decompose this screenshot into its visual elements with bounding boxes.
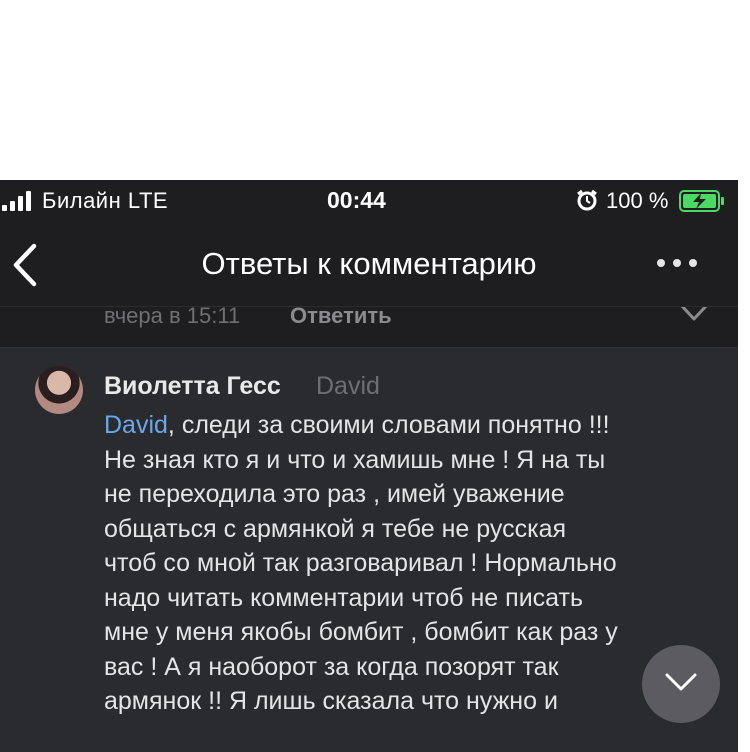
more-options-icon[interactable] (655, 246, 699, 278)
carrier-label: Билайн LTE (42, 188, 169, 213)
navigation-bar: Ответы к комментарию (0, 222, 738, 307)
chevron-down-icon (665, 673, 697, 691)
page-title: Ответы к комментарию (201, 246, 537, 281)
reply-to-name[interactable]: David (316, 372, 380, 401)
comment-line: общаться с армянкой я тебе не русская (104, 514, 567, 543)
battery-percent: 100 % (606, 188, 669, 213)
like-heart-icon[interactable] (678, 307, 710, 325)
signal-icon (2, 191, 36, 211)
scroll-down-button[interactable] (642, 645, 720, 723)
phone-screen: Билайн LTE 00:44 100 % Ответы к коммента… (0, 180, 738, 752)
comment-line: не переходила это раз , имей уважение (104, 480, 565, 508)
comment-author[interactable]: Виолетта Гесс (104, 372, 281, 401)
status-bar: Билайн LTE 00:44 100 % (0, 180, 738, 222)
comment-line: вас ! А я наоборот за когда позорят так (104, 652, 559, 681)
previous-comment-footer: вчера в 15:11 Ответить (0, 307, 738, 347)
avatar[interactable] (35, 366, 83, 414)
comment-text: David, следи за своими словами понятно !… (104, 408, 714, 719)
reply-button[interactable]: Ответить (290, 307, 392, 329)
battery-charging-icon (679, 190, 724, 212)
mention-link[interactable]: David (104, 411, 168, 439)
comment-line: армянок !! Я лишь сказала что нужно и (104, 687, 558, 715)
comment-line: David, следи за своими словами понятно !… (104, 411, 610, 439)
comment-line: мне у меня якобы бомбит , бомбит как раз… (104, 618, 618, 646)
comment-line: чтоб со мной так разговаривал ! Нормальн… (104, 549, 617, 577)
highlighted-comment: Виолетта Гесс David David, следи за свои… (0, 347, 738, 752)
comment-line: надо читать комментарии чтоб не писать (104, 583, 583, 612)
alarm-icon (577, 189, 597, 211)
comment-time: вчера в 15:11 (104, 307, 241, 328)
comment-line: Не зная кто я и что и хамишь мне ! Я на … (104, 445, 606, 474)
clock: 00:44 (327, 187, 386, 213)
